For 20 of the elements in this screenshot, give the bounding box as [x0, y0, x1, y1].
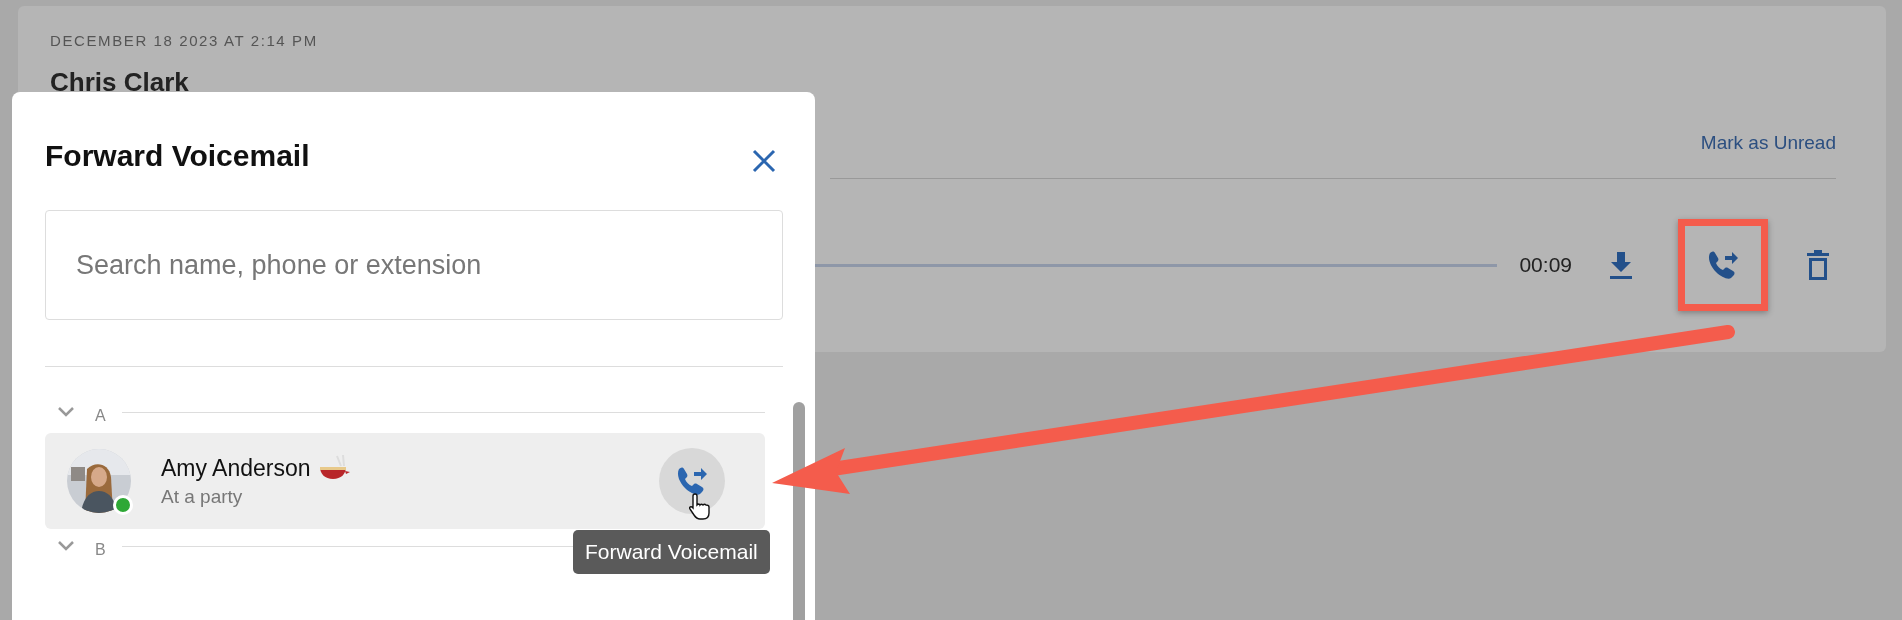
scrollbar[interactable] — [793, 402, 805, 620]
group-letter: A — [95, 407, 106, 425]
close-icon — [751, 148, 777, 174]
chevron-icon[interactable] — [57, 406, 75, 418]
message-date: DECEMBER 18 2023 AT 2:14 PM — [50, 32, 319, 49]
tooltip: Forward Voicemail — [573, 530, 770, 574]
chevron-icon[interactable] — [57, 540, 75, 552]
search-field[interactable]: Search name, phone or extension — [45, 210, 783, 320]
phone-forward-icon — [675, 465, 709, 497]
download-icon — [1608, 250, 1634, 280]
contact-name: Amy Anderson — [161, 454, 311, 482]
contact-status: At a party — [161, 486, 244, 508]
trash-icon — [1806, 249, 1830, 281]
hand-cursor-icon — [689, 492, 711, 520]
duration: 00:09 — [1519, 253, 1572, 277]
phone-forward-icon — [1706, 249, 1740, 281]
dialog-title: Forward Voicemail — [45, 139, 310, 173]
mark-unread-link[interactable]: Mark as Unread — [1700, 132, 1836, 154]
caller-name: Chris Clark — [50, 67, 190, 98]
group-letter: B — [95, 541, 106, 559]
